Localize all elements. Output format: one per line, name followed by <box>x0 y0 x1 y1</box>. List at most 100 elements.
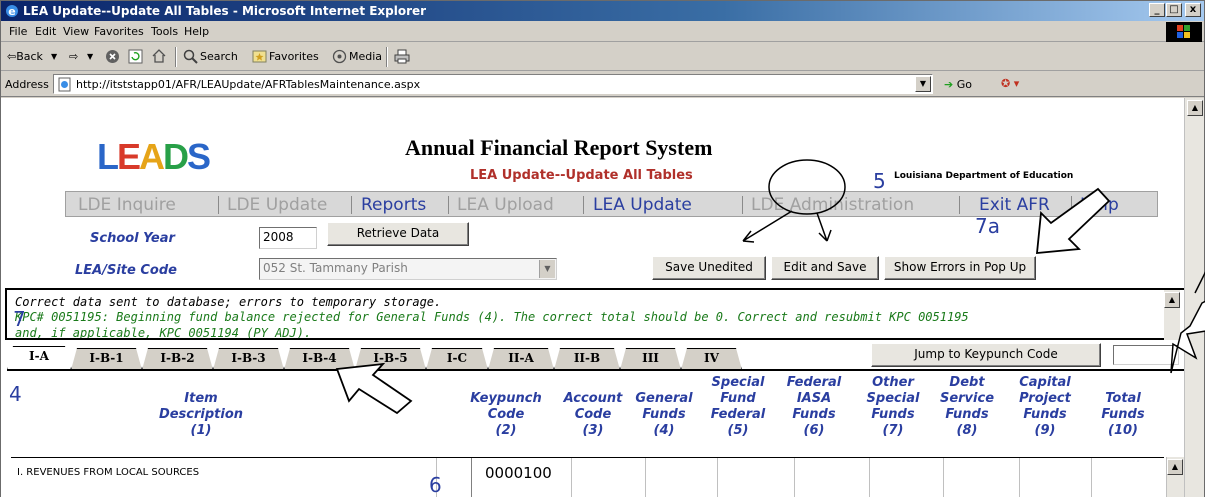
col-header-description: Item Description (1) <box>158 391 244 438</box>
nav-lde-inquire[interactable]: LDE Inquire <box>78 195 176 215</box>
address-input[interactable]: http://itststapp01/AFR/LEAUpdate/AFRTabl… <box>53 74 933 94</box>
tab-i-b-1[interactable]: I-B-1 <box>71 348 142 370</box>
message-status: Correct data sent to database; errors to… <box>15 295 442 309</box>
tab-ii-a[interactable]: II-A <box>488 348 554 370</box>
tab-ii-b[interactable]: II-B <box>554 348 620 370</box>
page-subtitle: LEA Update--Update All Tables <box>470 168 693 183</box>
annotation-7a: 7a <box>975 214 1000 238</box>
save-unedited-button[interactable]: Save Unedited <box>652 256 766 280</box>
media-button[interactable]: Media <box>349 50 382 63</box>
menu-edit[interactable]: Edit <box>35 25 56 38</box>
keypunch-code-input[interactable] <box>1113 345 1179 365</box>
jump-to-keypunch-button[interactable]: Jump to Keypunch Code <box>871 343 1101 367</box>
page-title: Annual Financial Report System <box>405 135 713 160</box>
browser-toolbar: ⇦Back ▼ ⇨ ▼ Search Favorites Media <box>1 43 1204 71</box>
minimize-button[interactable]: _ <box>1149 3 1165 17</box>
search-icon <box>183 49 198 64</box>
grid-header: Item Description (1) Keypunch Code (2) Accou… <box>11 375 1184 455</box>
leads-logo: LEADS <box>97 136 211 177</box>
ie-logo-icon: e <box>6 5 18 18</box>
go-arrow-icon: ➔ <box>944 78 954 91</box>
page-scroll-up-icon[interactable]: ▲ <box>1187 100 1203 116</box>
search-button[interactable]: Search <box>200 50 238 63</box>
address-label: Address <box>5 78 49 91</box>
page-content: LEADS Annual Financial Report System LEA… <box>1 98 1184 497</box>
menu-view[interactable]: View <box>63 25 89 38</box>
col-header-special-fund-federal: Special Fund Federal (5) <box>710 375 766 438</box>
favorites-button[interactable]: Favorites <box>269 50 319 63</box>
menu-help[interactable]: Help <box>184 25 209 38</box>
tab-i-c[interactable]: I-C <box>426 348 488 370</box>
table-row: I. REVENUES FROM LOCAL SOURCES 0000100 <box>11 457 1164 497</box>
home-icon[interactable] <box>151 48 167 64</box>
back-button[interactable]: ⇦Back <box>7 50 43 63</box>
nav-reports[interactable]: Reports <box>361 195 426 215</box>
maximize-button[interactable]: □ <box>1166 3 1182 17</box>
forward-dropdown-icon[interactable]: ▼ <box>87 52 93 61</box>
nav-exit-afr[interactable]: Exit AFR <box>979 195 1050 215</box>
window-title: LEA Update--Update All Tables - Microsof… <box>23 4 427 18</box>
address-dropdown-icon[interactable]: ▼ <box>915 76 931 92</box>
grid-scroll-up-icon[interactable]: ▲ <box>1167 459 1183 475</box>
media-icon <box>332 49 347 64</box>
tab-divider <box>7 369 1184 371</box>
tab-i-b-3[interactable]: I-B-3 <box>213 348 284 370</box>
col-header-federal-iasa: Federal IASA Funds (6) <box>786 375 842 438</box>
page-icon <box>58 77 71 92</box>
general-funds-cell[interactable] <box>717 458 718 497</box>
print-icon[interactable] <box>394 49 410 64</box>
menu-tools[interactable]: Tools <box>151 25 178 38</box>
browser-window: e LEA Update--Update All Tables - Micros… <box>0 0 1205 497</box>
links-icon[interactable]: ✪ ▾ <box>1001 77 1019 90</box>
menu-bar: File Edit View Favorites Tools Help <box>1 21 1204 42</box>
school-year-label: School Year <box>90 231 175 246</box>
tab-iv[interactable]: IV <box>681 348 742 370</box>
menu-file[interactable]: File <box>9 25 27 38</box>
windows-logo-icon <box>1166 22 1202 42</box>
message-error-cont: and, if applicable, KPC 0051194 (PY ADJ)… <box>15 326 312 340</box>
edit-and-save-button[interactable]: Edit and Save <box>771 256 879 280</box>
tab-i-a[interactable]: I-A <box>7 346 71 371</box>
message-error: KPC# 0051195: Beginning fund balance rej… <box>15 310 969 324</box>
row-description: I. REVENUES FROM LOCAL SOURCES <box>17 467 200 478</box>
nav-lea-update[interactable]: LEA Update <box>593 195 692 215</box>
go-button[interactable]: ➔ Go <box>944 78 972 91</box>
site-code-label: LEA/Site Code <box>75 263 177 278</box>
menu-favorites[interactable]: Favorites <box>94 25 144 38</box>
stop-icon[interactable] <box>105 49 120 64</box>
page-scrollbar[interactable]: ▲ <box>1184 98 1204 497</box>
scroll-up-icon[interactable]: ▲ <box>1164 292 1180 308</box>
favorites-icon <box>252 50 267 63</box>
tab-i-b-5[interactable]: I-B-5 <box>355 348 426 370</box>
title-bar: e LEA Update--Update All Tables - Micros… <box>1 1 1204 21</box>
site-code-value: 052 St. Tammany Parish <box>263 261 408 275</box>
address-url: http://itststapp01/AFR/LEAUpdate/AFRTabl… <box>76 78 421 91</box>
col-header-capital-project: Capital Project Funds (9) <box>1019 375 1071 438</box>
nav-lea-upload[interactable]: LEA Upload <box>457 195 554 215</box>
annotation-6: 6 <box>429 473 442 497</box>
annotation-7: 7 <box>13 307 26 331</box>
close-button[interactable]: x <box>1185 3 1201 17</box>
col-header-keypunch: Keypunch Code (2) <box>470 391 542 438</box>
table-tabs: I-A I-B-1 I-B-2 I-B-3 I-B-4 I-B-5 I-C II… <box>7 344 767 370</box>
tab-i-b-2[interactable]: I-B-2 <box>142 348 213 370</box>
show-errors-button[interactable]: Show Errors in Pop Up <box>884 256 1036 280</box>
col-header-general-funds: General Funds (4) <box>635 391 693 438</box>
forward-button[interactable]: ⇨ <box>69 50 78 63</box>
tab-i-b-4[interactable]: I-B-4 <box>284 348 355 370</box>
school-year-input[interactable]: 2008 <box>259 227 317 249</box>
site-code-select[interactable]: 052 St. Tammany Parish ▼ <box>259 258 557 280</box>
grid-scrollbar[interactable]: ▲ <box>1166 457 1184 497</box>
nav-lde-administration[interactable]: LDE Administration <box>751 195 914 215</box>
nav-help[interactable]: Help <box>1080 195 1119 215</box>
annotation-5: 5 <box>873 169 886 193</box>
go-label: Go <box>956 78 972 91</box>
col-header-other-special: Other Special Funds (7) <box>866 375 920 438</box>
refresh-icon[interactable] <box>128 49 143 64</box>
department-name: Louisiana Department of Education <box>894 171 1074 181</box>
nav-lde-update[interactable]: LDE Update <box>227 195 327 215</box>
back-dropdown-icon[interactable]: ▼ <box>51 52 57 61</box>
tab-iii[interactable]: III <box>620 348 681 370</box>
message-scrollbar[interactable]: ▲ <box>1164 290 1180 340</box>
retrieve-data-button[interactable]: Retrieve Data <box>327 222 469 246</box>
